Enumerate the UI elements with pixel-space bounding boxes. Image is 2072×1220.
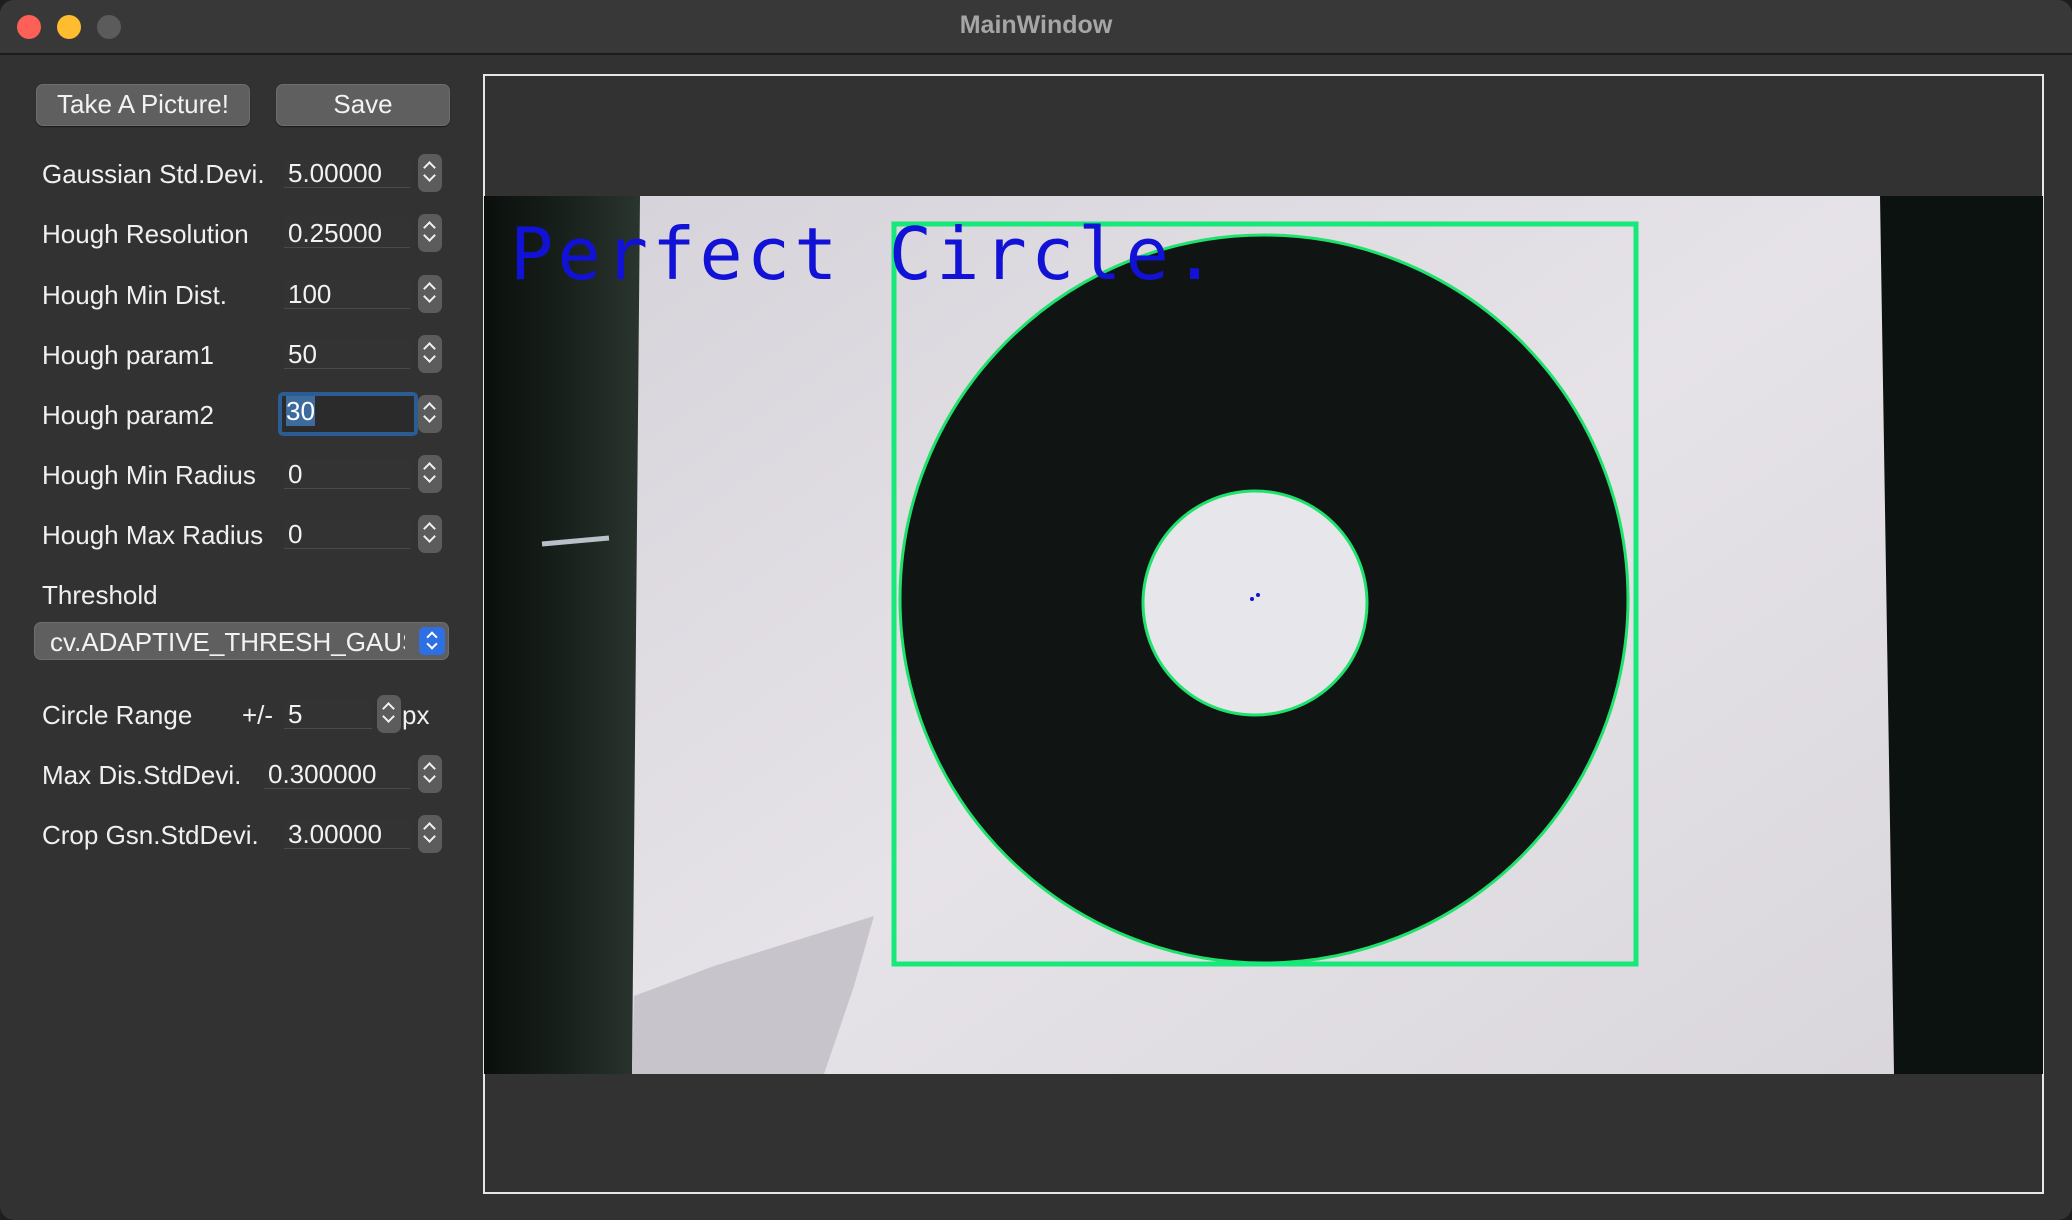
window-title: MainWindow bbox=[959, 11, 1113, 39]
hough-param2-selected-text: 30 bbox=[286, 396, 315, 426]
threshold-select[interactable]: cv.ADAPTIVE_THRESH_GAUSSIAN_C bbox=[34, 622, 449, 660]
hough-min-dist-stepper-icon[interactable] bbox=[418, 275, 442, 313]
gaussian-std-input[interactable]: 5.00000 bbox=[284, 158, 410, 188]
circle-range-label: Circle Range bbox=[42, 700, 193, 730]
detection-result-text: Perfect Circle. bbox=[510, 212, 1221, 296]
circle-range-prefix: +/- bbox=[242, 700, 274, 730]
param-label-hough-min-dist: Hough Min Dist. bbox=[42, 280, 227, 310]
hough-min-radius-input[interactable]: 0 bbox=[284, 459, 410, 489]
threshold-label: Threshold bbox=[42, 580, 158, 610]
param-label-hough-param2: Hough param2 bbox=[42, 400, 214, 430]
hough-min-dist-input[interactable]: 100 bbox=[284, 279, 410, 309]
hough-resolution-input[interactable]: 0.25000 bbox=[284, 218, 410, 248]
inner-circle bbox=[1141, 489, 1369, 717]
gaussian-std-stepper-icon[interactable] bbox=[418, 154, 442, 192]
save-button[interactable]: Save bbox=[276, 84, 450, 126]
param-label-hough-min-radius: Hough Min Radius bbox=[42, 460, 256, 490]
threshold-selected-value: cv.ADAPTIVE_THRESH_GAUSSIAN_C bbox=[50, 627, 405, 657]
param-label-hough-param1: Hough param1 bbox=[42, 340, 214, 370]
crop-gsn-std-stepper-icon[interactable] bbox=[418, 815, 442, 853]
max-dis-std-input[interactable]: 0.300000 bbox=[264, 759, 410, 789]
crop-gsn-std-label: Crop Gsn.StdDevi. bbox=[42, 820, 259, 850]
param-label-hough-resolution: Hough Resolution bbox=[42, 219, 249, 249]
circle-range-input[interactable]: 5 bbox=[284, 699, 372, 729]
image-left-edge bbox=[484, 196, 644, 1074]
hough-param1-stepper-icon[interactable] bbox=[418, 335, 442, 373]
camera-image bbox=[484, 196, 2043, 1074]
hough-max-radius-stepper-icon[interactable] bbox=[418, 515, 442, 553]
param-label-gaussian-std: Gaussian Std.Devi. bbox=[42, 159, 265, 189]
max-dis-std-stepper-icon[interactable] bbox=[418, 755, 442, 793]
param-label-hough-max-radius: Hough Max Radius bbox=[42, 520, 264, 550]
max-dis-std-label: Max Dis.StdDevi. bbox=[42, 760, 242, 790]
center-point bbox=[1256, 593, 1260, 597]
take-picture-button[interactable]: Take A Picture! bbox=[36, 84, 250, 126]
hough-min-radius-stepper-icon[interactable] bbox=[418, 455, 442, 493]
circle-range-unit: px bbox=[402, 700, 430, 730]
hough-max-radius-input[interactable]: 0 bbox=[284, 519, 410, 549]
title-bar: MainWindow bbox=[0, 0, 2072, 55]
circle-range-stepper-icon[interactable] bbox=[377, 695, 401, 733]
main-window: MainWindow Take A Picture! Save Gaussian… bbox=[0, 0, 2072, 1220]
dropdown-arrows-icon bbox=[419, 627, 445, 655]
hough-param1-input[interactable]: 50 bbox=[284, 339, 410, 369]
hough-param2-stepper-icon[interactable] bbox=[418, 395, 442, 433]
hough-resolution-stepper-icon[interactable] bbox=[418, 214, 442, 252]
hough-param2-input[interactable]: 30 bbox=[278, 392, 418, 436]
crop-gsn-std-input[interactable]: 3.00000 bbox=[284, 819, 410, 849]
center-point-2 bbox=[1250, 597, 1254, 601]
